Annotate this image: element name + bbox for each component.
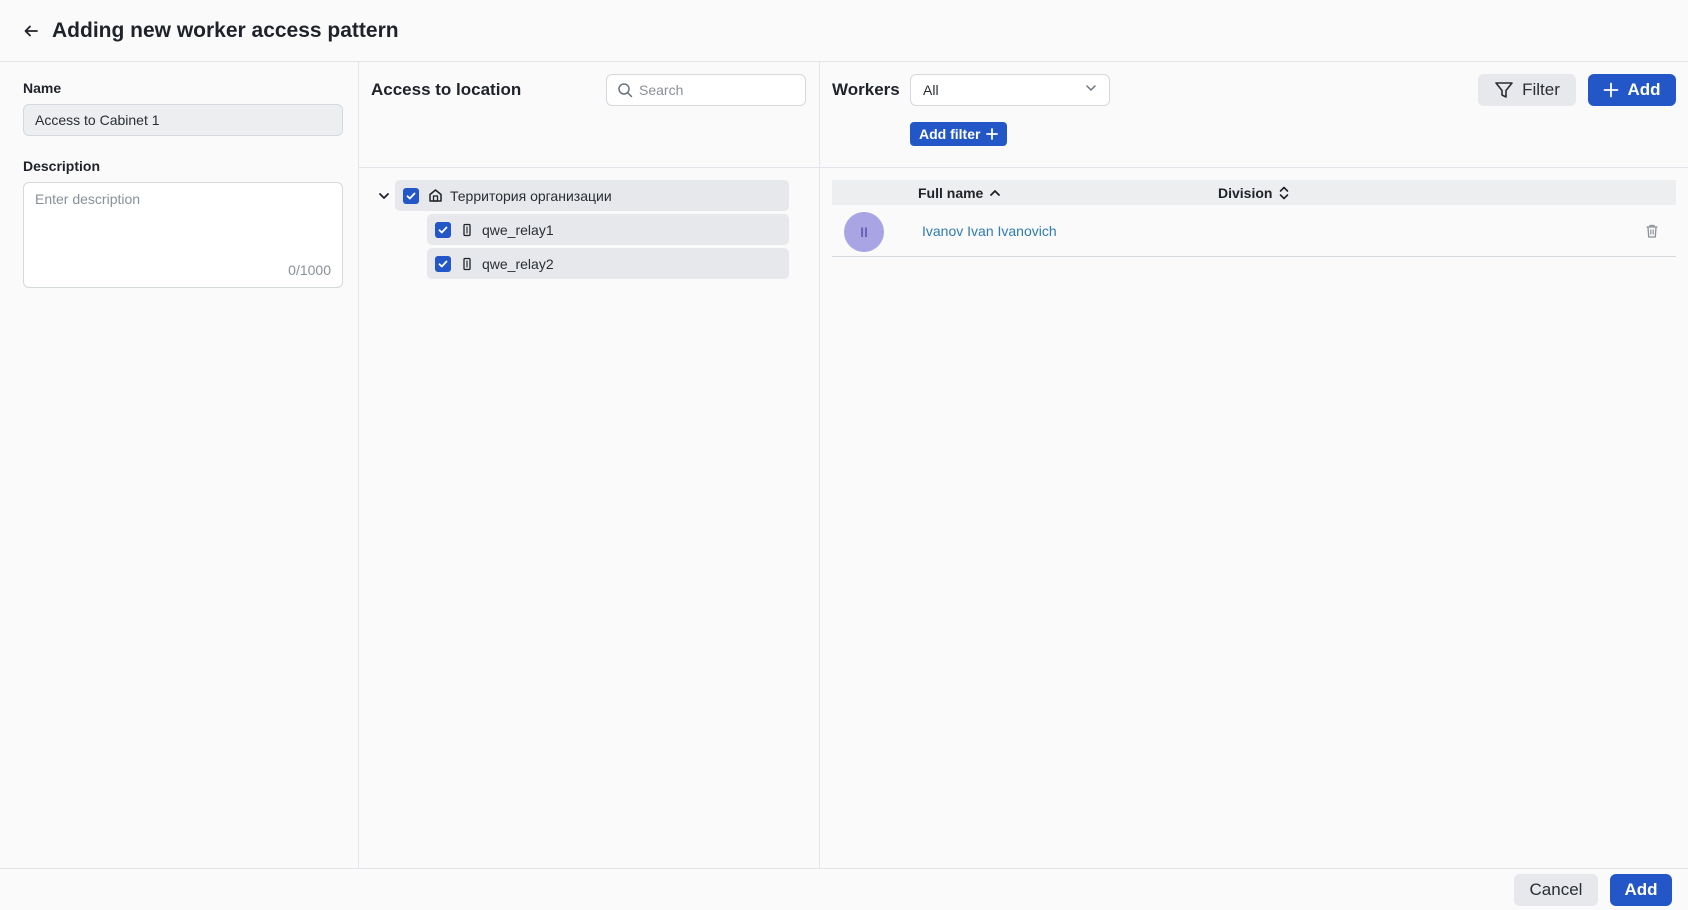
workers-select-value: All [923,82,939,98]
location-title: Access to location [371,80,522,99]
add-filter-button[interactable]: Add filter [910,122,1008,146]
sort-ascending-icon [989,187,1001,199]
worker-name-link[interactable]: Ivanov Ivan Ivanovich [922,223,1057,239]
filter-button[interactable]: Filter [1478,74,1576,106]
description-counter: 0/1000 [288,262,331,278]
cancel-button[interactable]: Cancel [1514,874,1598,906]
search-input[interactable]: Search [606,74,806,106]
avatar: II [844,212,884,252]
trash-icon[interactable] [1644,223,1660,239]
tree-node-child[interactable]: qwe_relay2 [427,248,789,279]
table-header: Full name Division [832,180,1676,205]
filter-icon [1494,80,1514,100]
description-field[interactable]: Enter description 0/1000 [23,182,343,288]
filter-label: Filter [1522,80,1560,99]
page-title: Adding new worker access pattern [52,18,399,42]
submit-button[interactable]: Add [1610,874,1672,906]
tree-node-label: qwe_relay1 [482,221,554,238]
add-worker-label: Add [1627,80,1661,99]
add-worker-button[interactable]: Add [1588,74,1676,106]
search-icon [617,82,633,98]
workers-header: Workers All Add filter Filter Add [820,62,1688,168]
description-placeholder: Enter description [35,191,141,207]
workers-title: Workers [832,80,900,99]
tree-node-label: Территория организации [450,187,612,204]
tree-checkbox-child[interactable] [435,255,451,272]
workers-panel: Workers All Add filter Filter Add Full n… [820,62,1688,868]
column-full-name-label: Full name [918,184,984,201]
building-icon [427,188,443,204]
chevron-down-icon [1085,81,1097,99]
location-header: Access to location Search [359,62,819,168]
name-input-value: Access to Cabinet 1 [35,112,160,128]
name-input[interactable]: Access to Cabinet 1 [23,104,343,136]
footer: Cancel Add [0,868,1688,910]
workers-table: Full name Division II Ivanov Ivan Ivanov… [832,180,1676,257]
table-row[interactable]: II Ivanov Ivan Ivanovich [832,205,1676,257]
column-division-label: Division [1218,184,1273,201]
details-panel: Name Access to Cabinet 1 Description Ent… [0,62,359,868]
page-header: Adding new worker access pattern [0,0,1688,62]
tree-checkbox-root[interactable] [403,187,419,204]
tree-node-child[interactable]: qwe_relay1 [427,214,789,245]
workers-select[interactable]: All [910,74,1110,106]
column-full-name[interactable]: Full name [918,185,1001,201]
name-label: Name [23,80,62,96]
location-tree: Территория организации qwe_relay1 qwe_re… [359,168,819,279]
description-label: Description [23,158,101,174]
add-filter-label: Add filter [919,126,981,142]
tree-node-label: qwe_relay2 [482,255,554,272]
tree-checkbox-child[interactable] [435,221,451,238]
main-content: Name Access to Cabinet 1 Description Ent… [0,62,1688,868]
tree-node-root[interactable]: Территория организации [379,180,789,211]
door-icon [459,222,475,238]
column-division[interactable]: Division [1218,185,1290,201]
arrow-left-icon[interactable] [22,22,40,40]
search-placeholder: Search [639,82,684,98]
door-icon [459,256,475,272]
location-panel: Access to location Search Территория орг… [359,62,820,868]
plus-icon [1603,82,1619,98]
plus-icon [986,128,999,140]
sort-icon [1278,186,1290,200]
chevron-down-icon[interactable] [375,187,393,205]
